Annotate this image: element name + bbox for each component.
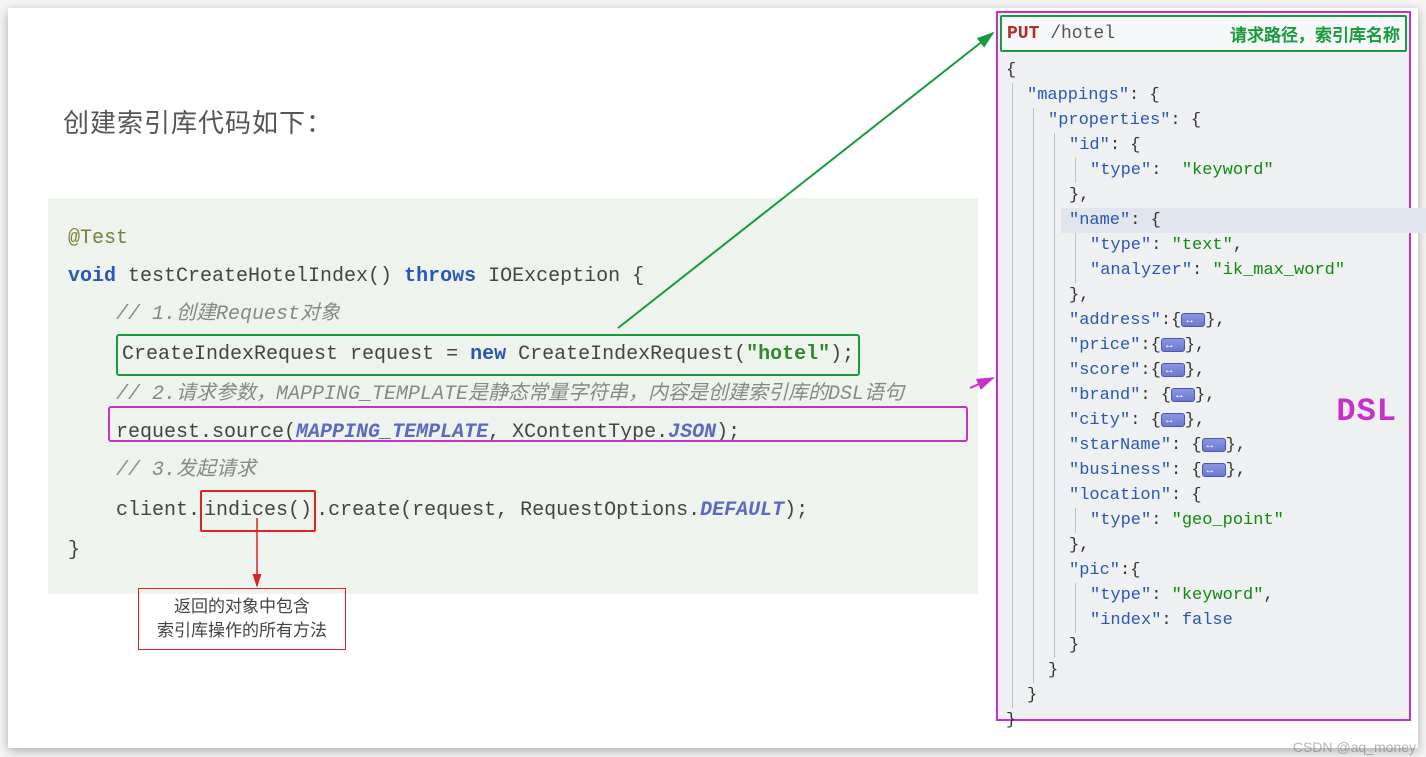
val-keyword-2: "keyword" <box>1172 586 1264 605</box>
fold-icon[interactable] <box>1161 413 1185 427</box>
key-index: "index" <box>1090 611 1161 630</box>
dsl-header: PUT /hotel 请求路径，索引库名称 <box>1000 15 1407 52</box>
callout-line1: 返回的对象中包含 <box>157 595 327 619</box>
key-type-4: "type" <box>1090 586 1151 605</box>
comment-2: // 2.请求参数，MAPPING_TEMPLATE是静态常量字符串，内容是创建… <box>116 383 904 406</box>
key-name: "name" <box>1069 211 1130 230</box>
const-mapping-template: MAPPING_TEMPLATE <box>296 421 488 444</box>
keyword-throws: throws <box>404 265 476 288</box>
keyword-void: void <box>68 265 116 288</box>
val-false: false <box>1182 611 1233 630</box>
dsl-label: DSL <box>1336 393 1397 430</box>
code-source-a: request.source( <box>116 421 296 444</box>
key-id: "id" <box>1069 136 1110 155</box>
java-code-block: @Test void testCreateHotelIndex() throws… <box>48 198 978 594</box>
key-address: "address" <box>1069 311 1161 330</box>
fold-icon[interactable] <box>1181 313 1205 327</box>
key-score: "score" <box>1069 361 1140 380</box>
brace-close: } <box>68 539 80 562</box>
key-type-3: "type" <box>1090 511 1151 530</box>
code-client: client. <box>116 499 200 522</box>
highlight-create-request: CreateIndexRequest request = new CreateI… <box>116 334 860 376</box>
slide: 创建索引库代码如下： @Test void testCreateHotelInd… <box>8 8 1418 748</box>
key-brand: "brand" <box>1069 386 1140 405</box>
key-price: "price" <box>1069 336 1140 355</box>
http-path: /hotel <box>1039 24 1115 44</box>
key-starname: "starName" <box>1069 436 1171 455</box>
key-properties: "properties" <box>1048 111 1170 130</box>
key-mappings: "mappings" <box>1027 86 1129 105</box>
string-hotel: "hotel" <box>746 343 830 366</box>
annotation-test: @Test <box>68 227 128 250</box>
val-ik: "ik_max_word" <box>1212 261 1345 280</box>
const-default: DEFAULT <box>700 499 784 522</box>
callout-indices: 返回的对象中包含 索引库操作的所有方法 <box>138 588 346 650</box>
page-title: 创建索引库代码如下： <box>63 103 333 140</box>
key-city: "city" <box>1069 411 1130 430</box>
fn-name: testCreateHotelIndex() <box>116 265 404 288</box>
fold-icon[interactable] <box>1161 363 1185 377</box>
val-geo: "geo_point" <box>1172 511 1284 530</box>
fold-icon[interactable] <box>1171 388 1195 402</box>
key-business: "business" <box>1069 461 1171 480</box>
http-method-put: PUT <box>1007 24 1039 44</box>
code-end: ); <box>784 499 808 522</box>
code-create: .create(request, RequestOptions. <box>316 499 700 522</box>
fold-icon[interactable] <box>1202 463 1226 477</box>
key-analyzer: "analyzer" <box>1090 261 1192 280</box>
key-type-2: "type" <box>1090 236 1151 255</box>
code-source-c: ); <box>716 421 740 444</box>
key-location: "location" <box>1069 486 1171 505</box>
dsl-panel: PUT /hotel 请求路径，索引库名称 { "mappings": { "p… <box>996 11 1411 721</box>
code-create-b: CreateIndexRequest( <box>506 343 746 366</box>
code-source-b: , XContentType. <box>488 421 668 444</box>
code-create-c: ); <box>830 343 854 366</box>
header-label: 请求路径，索引库名称 <box>1230 21 1400 46</box>
request-line: PUT /hotel <box>1007 24 1115 44</box>
comment-3: // 3.发起请求 <box>116 459 256 482</box>
comment-1: // 1.创建Request对象 <box>116 303 340 326</box>
const-json: JSON <box>668 421 716 444</box>
watermark: CSDN @aq_money <box>1293 739 1416 755</box>
exception: IOException { <box>476 265 644 288</box>
key-type: "type" <box>1090 161 1151 180</box>
val-keyword: "keyword" <box>1182 161 1274 180</box>
highlight-indices: indices() <box>200 490 316 532</box>
callout-line2: 索引库操作的所有方法 <box>157 619 327 643</box>
key-pic: "pic" <box>1069 561 1120 580</box>
val-text: "text" <box>1172 236 1233 255</box>
fold-icon[interactable] <box>1202 438 1226 452</box>
keyword-new: new <box>470 343 506 366</box>
fold-icon[interactable] <box>1161 338 1185 352</box>
code-create-a: CreateIndexRequest request = <box>122 343 470 366</box>
highlighted-name-row: "name": { <box>1061 208 1426 233</box>
